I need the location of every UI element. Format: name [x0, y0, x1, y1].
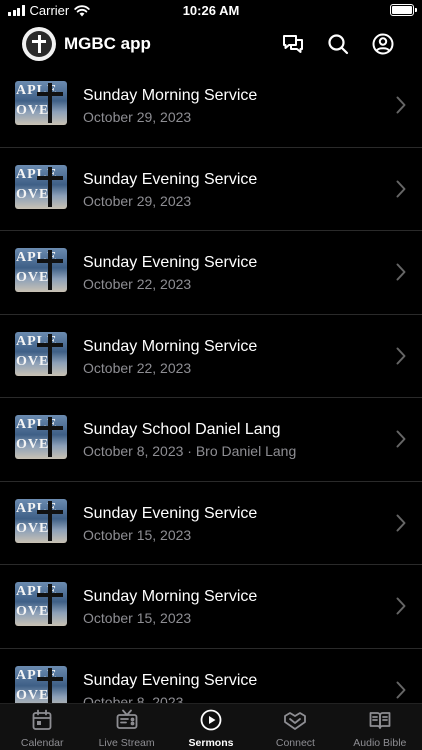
- app-logo: [22, 27, 56, 61]
- sermon-row[interactable]: APLE OVE Sunday Morning Service October 15,…: [0, 565, 422, 649]
- sermon-row[interactable]: APLE OVE Sunday Evening Service October 29,…: [0, 148, 422, 231]
- chevron-right-icon: [396, 514, 406, 531]
- sermon-thumbnail: APLE OVE: [15, 498, 67, 543]
- sermon-title: Sunday Evening Service: [83, 170, 258, 188]
- sermon-subtitle: October 22, 2023: [83, 359, 192, 376]
- tab-audio-bible[interactable]: Audio Bible: [338, 704, 422, 750]
- sermon-title: Sunday Evening Service: [83, 254, 258, 271]
- app-header: MGBC app: [0, 24, 422, 64]
- thumbnail-text-bottom: OVE: [16, 437, 50, 452]
- handshake-icon: [284, 712, 307, 730]
- tab-connect[interactable]: Connect: [253, 704, 337, 750]
- sermon-subtitle: October 29, 2023: [83, 109, 192, 125]
- sermon-row[interactable]: APLE OVE Sunday Morning Service October 29,…: [0, 64, 422, 148]
- status-bar: Carrier 10:26 AM: [0, 0, 422, 24]
- thumbnail-text-bottom: OVE: [16, 353, 50, 369]
- thumbnail-text-bottom: OVE: [16, 687, 50, 703]
- sermon-thumbnail: APLE OVE: [15, 331, 67, 376]
- sermon-subtitle: October 29, 2023: [83, 192, 192, 209]
- sermon-row[interactable]: APLE OVE Sunday Evening Service October 15,…: [0, 482, 422, 565]
- tab-label: Sermons: [188, 737, 234, 749]
- sermon-title: Sunday School Daniel Lang: [83, 421, 281, 438]
- battery-icon: [390, 4, 417, 16]
- thumbnail-text-bottom: OVE: [16, 103, 50, 118]
- calendar-icon: [32, 709, 52, 730]
- tv-icon: [116, 709, 138, 729]
- tab-label: Audio Bible: [353, 737, 407, 749]
- sermon-subtitle: October 15, 2023: [83, 526, 192, 543]
- chevron-right-icon: [396, 597, 406, 615]
- thumbnail-text-bottom: OVE: [16, 186, 50, 202]
- sermon-subtitle: October 8, 2023 · Bro Daniel Lang: [83, 443, 297, 459]
- tab-sermons[interactable]: Sermons: [169, 704, 253, 750]
- tab-label: Live Stream: [98, 737, 155, 749]
- tab-calendar[interactable]: Calendar: [0, 704, 84, 750]
- tab-live-stream[interactable]: Live Stream: [84, 704, 168, 750]
- chevron-right-icon: [396, 96, 406, 114]
- tab-bar: Calendar Live Stream Sermons Connect Audio B…: [0, 703, 422, 750]
- search-icon: [328, 34, 349, 55]
- chevron-right-icon: [396, 430, 406, 448]
- profile-button[interactable]: [371, 32, 395, 56]
- sermon-thumbnail: APLE OVE: [15, 665, 67, 705]
- chat-bubbles-icon: [283, 35, 303, 53]
- sermon-thumbnail: APLE OVE: [15, 582, 67, 626]
- sermon-thumbnail: APLE OVE: [15, 81, 67, 125]
- sermon-thumbnail: APLE OVE: [15, 415, 67, 459]
- search-button[interactable]: [326, 32, 350, 56]
- play-circle-icon: [200, 709, 222, 731]
- book-icon: [369, 712, 391, 729]
- sermon-title: Sunday Morning Service: [83, 87, 258, 104]
- sermon-subtitle: October 22, 2023: [83, 276, 192, 292]
- tab-label: Connect: [275, 737, 315, 749]
- sermon-row[interactable]: APLE OVE Sunday Evening Service October 8, …: [0, 649, 422, 705]
- sermon-title: Sunday Morning Service: [83, 588, 258, 605]
- app-title: MGBC app: [64, 34, 151, 53]
- sermon-row[interactable]: APLE OVE Sunday Morning Service October 22,…: [0, 315, 422, 398]
- sermon-row[interactable]: APLE OVE Sunday Evening Service October 22,…: [0, 231, 422, 315]
- chevron-right-icon: [396, 347, 406, 364]
- status-time: 10:26 AM: [182, 3, 240, 18]
- sermon-title: Sunday Morning Service: [83, 337, 258, 355]
- sermon-row[interactable]: APLE OVE Sunday School Daniel Lang October …: [0, 398, 422, 482]
- messages-button[interactable]: [281, 32, 305, 56]
- sermon-title: Sunday Evening Service: [83, 671, 258, 689]
- sermon-thumbnail: APLE OVE: [15, 164, 67, 209]
- account-icon: [372, 33, 394, 55]
- sermon-thumbnail: APLE OVE: [15, 248, 67, 292]
- sermon-list[interactable]: APLE OVE Sunday Morning Service October 29,…: [0, 64, 422, 705]
- sermon-title: Sunday Evening Service: [83, 504, 258, 522]
- chevron-right-icon: [396, 681, 406, 698]
- screen: Carrier 10:26 AM MGBC app APLE OVE Sunda…: [0, 0, 422, 750]
- thumbnail-text-bottom: OVE: [16, 604, 50, 619]
- chevron-right-icon: [396, 263, 406, 281]
- chevron-right-icon: [396, 180, 406, 197]
- thumbnail-text-bottom: OVE: [16, 520, 50, 536]
- sermon-subtitle: October 15, 2023: [83, 610, 192, 626]
- thumbnail-text-bottom: OVE: [16, 270, 50, 285]
- tab-label: Calendar: [20, 737, 64, 749]
